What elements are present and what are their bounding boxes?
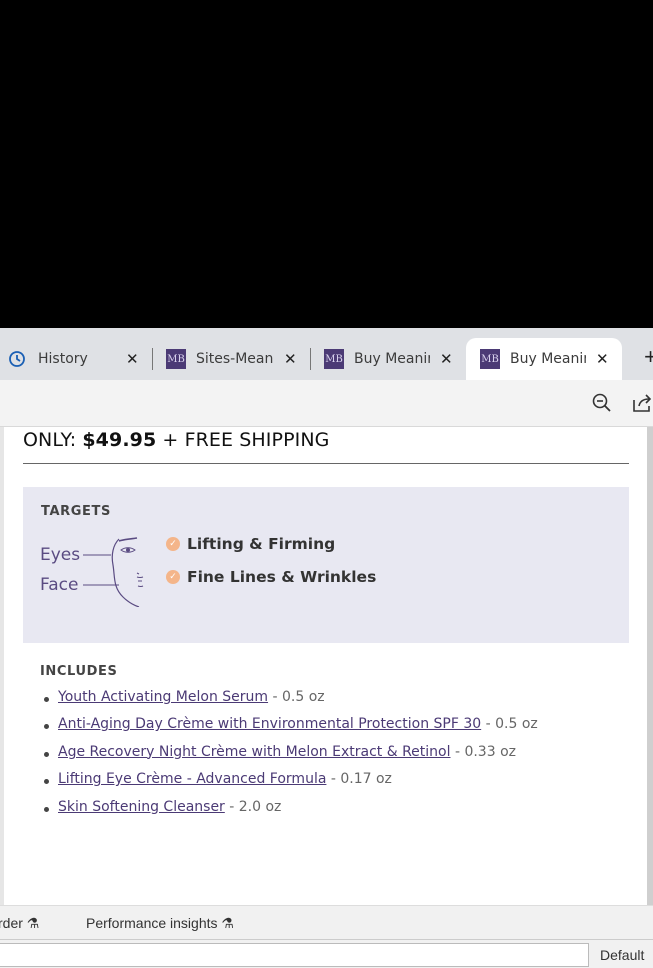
includes-list: Youth Activating Melon Serum - 0.5 oz An… <box>40 689 538 826</box>
devtools-tabbar: rder ⚗ Performance insights ⚗ <box>0 905 653 940</box>
flask-icon: ⚗ <box>221 915 234 931</box>
list-item: Anti-Aging Day Crème with Environmental … <box>40 716 538 743</box>
mb-favicon-icon: MB <box>480 349 500 369</box>
browser-toolbar <box>0 380 653 427</box>
tab-label: Buy Meaningful <box>510 351 586 367</box>
price-line: ONLY: $49.95 + FREE SHIPPING <box>23 429 329 451</box>
console-input[interactable] <box>0 943 589 967</box>
target-label: Lifting & Firming <box>187 535 336 553</box>
price-suffix: + FREE SHIPPING <box>156 429 330 451</box>
close-tab-icon[interactable]: ✕ <box>126 350 139 368</box>
tab-sites-meaningful[interactable]: MB Sites-Meaningful ✕ <box>166 338 306 380</box>
target-item: ✓ Lifting & Firming <box>166 535 335 553</box>
list-item: Skin Softening Cleanser - 2.0 oz <box>40 799 538 826</box>
product-link[interactable]: Anti-Aging Day Crème with Environmental … <box>58 716 481 732</box>
close-tab-icon[interactable]: ✕ <box>284 350 297 368</box>
zoom-out-icon[interactable] <box>591 392 613 414</box>
tab-buy-meaningful[interactable]: MB Buy Meaningful ✕ <box>324 338 464 380</box>
page-scrollbar[interactable] <box>647 427 653 905</box>
blank-region <box>0 0 653 328</box>
tab-buy-meaningful-active[interactable]: MB Buy Meaningful ✕ <box>466 338 622 380</box>
tab-separator <box>152 348 153 370</box>
tab-strip: History ✕ MB Sites-Meaningful ✕ MB Buy M… <box>0 328 653 380</box>
new-tab-button[interactable]: + <box>644 344 653 370</box>
product-size: - 2.0 oz <box>224 798 282 815</box>
product-size: - 0.33 oz <box>450 743 516 760</box>
product-size: - 0.17 oz <box>326 771 392 788</box>
check-icon: ✓ <box>166 570 180 584</box>
tab-label: rder <box>0 915 23 931</box>
page-content: ONLY: $49.95 + FREE SHIPPING TARGETS Eye… <box>0 427 647 905</box>
product-size: - 0.5 oz <box>481 716 538 733</box>
price-prefix: ONLY: <box>23 429 83 451</box>
flask-icon: ⚗ <box>26 915 40 931</box>
tab-separator <box>310 348 311 370</box>
console-bar: Default <box>0 939 653 968</box>
product-size: - 0.5 oz <box>268 689 325 705</box>
list-item: Age Recovery Night Crème with Melon Extr… <box>40 744 538 771</box>
tab-history[interactable]: History ✕ <box>8 338 148 380</box>
includes-title: INCLUDES <box>40 664 118 679</box>
tab-label: History <box>38 351 88 367</box>
face-illustration-icon <box>83 537 144 607</box>
history-icon <box>9 351 25 367</box>
product-link[interactable]: Lifting Eye Crème - Advanced Formula <box>58 771 326 787</box>
list-item: Youth Activating Melon Serum - 0.5 oz <box>40 689 538 716</box>
devtools-tab-recorder[interactable]: rder ⚗ <box>0 915 39 932</box>
mb-favicon-icon: MB <box>324 349 344 369</box>
divider <box>23 463 629 464</box>
target-item: ✓ Fine Lines & Wrinkles <box>166 568 376 586</box>
close-tab-icon[interactable]: ✕ <box>596 350 609 368</box>
log-level-select[interactable]: Default <box>600 947 644 963</box>
close-tab-icon[interactable]: ✕ <box>440 350 453 368</box>
tab-label: Performance insights <box>86 915 218 931</box>
price-amount: $49.95 <box>82 429 157 451</box>
product-link[interactable]: Skin Softening Cleanser <box>58 799 225 815</box>
product-link[interactable]: Youth Activating Melon Serum <box>58 689 268 705</box>
list-item: Lifting Eye Crème - Advanced Formula - 0… <box>40 771 538 798</box>
target-label: Fine Lines & Wrinkles <box>187 568 377 586</box>
targets-title: TARGETS <box>41 504 111 519</box>
tab-label: Buy Meaningful <box>354 351 430 367</box>
targets-panel: TARGETS Eyes Face ✓ Lifting & Firming ✓ … <box>23 487 629 643</box>
mb-favicon-icon: MB <box>166 349 186 369</box>
share-icon[interactable] <box>631 392 653 414</box>
eyes-label: Eyes <box>40 545 81 565</box>
product-link[interactable]: Age Recovery Night Crème with Melon Extr… <box>58 744 451 760</box>
devtools-tab-performance-insights[interactable]: Performance insights ⚗ <box>86 915 234 932</box>
face-label: Face <box>40 575 79 595</box>
tab-label: Sites-Meaningful <box>196 351 274 367</box>
check-icon: ✓ <box>166 537 180 551</box>
